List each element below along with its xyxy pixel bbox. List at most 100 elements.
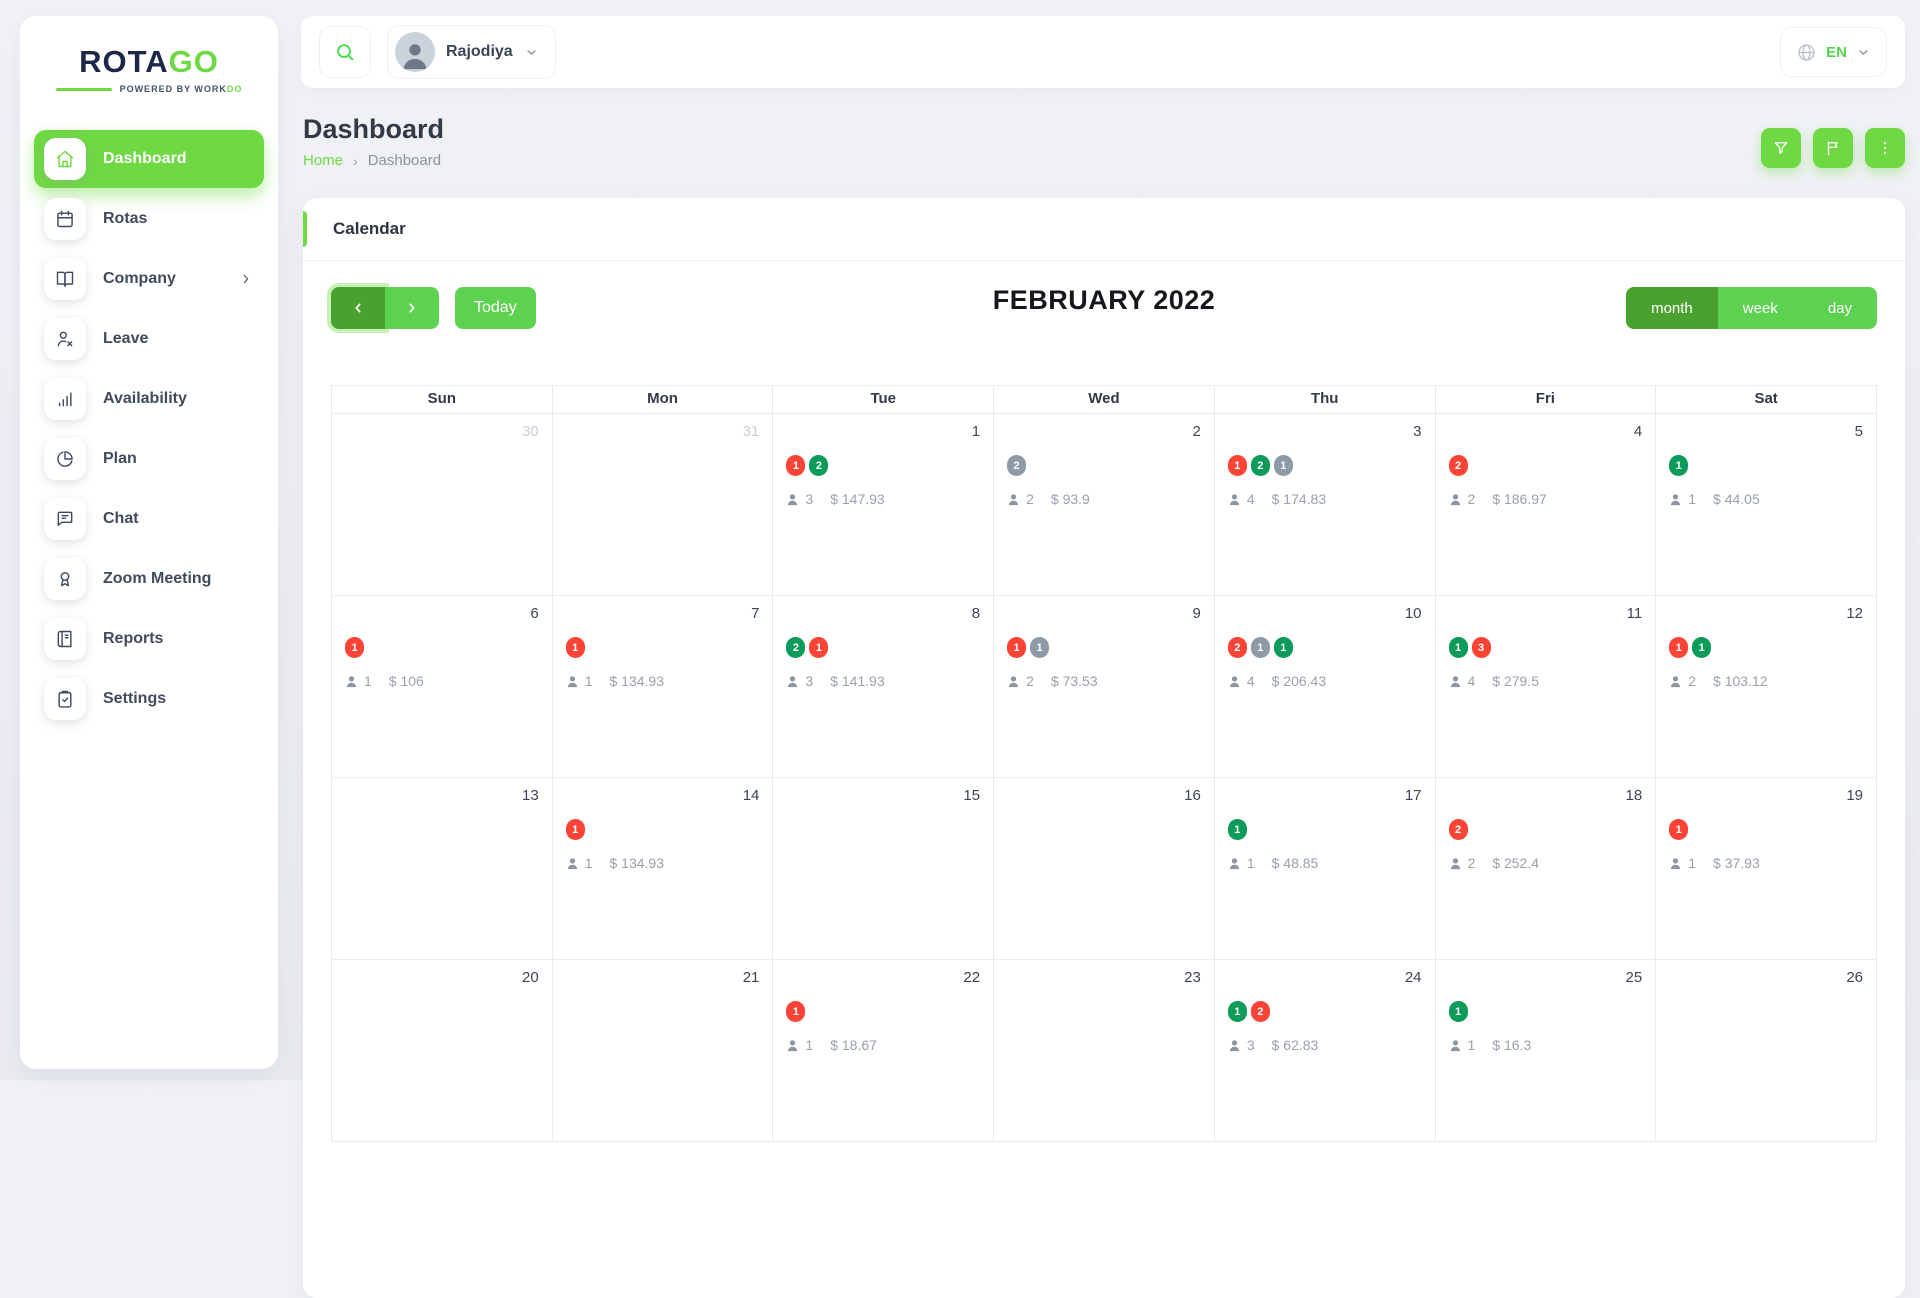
calendar-day-7[interactable]: 711$ 134.93 — [552, 596, 773, 778]
calendar-day-20[interactable]: 20 — [332, 960, 553, 1142]
calendar-day-5[interactable]: 511$ 44.05 — [1656, 414, 1877, 596]
calendar-day-17[interactable]: 1711$ 48.85 — [1214, 778, 1435, 960]
day-summary: 4$ 206.43 — [1227, 673, 1435, 689]
event-badges: 21 — [786, 637, 993, 658]
sidebar-item-label: Chat — [103, 510, 139, 528]
message-icon — [44, 498, 86, 540]
calendar-day-1[interactable]: 1123$ 147.93 — [773, 414, 994, 596]
people-count: 1 — [1688, 491, 1696, 507]
bar-chart-icon — [44, 378, 86, 420]
calendar-day-14[interactable]: 1411$ 134.93 — [552, 778, 773, 960]
event-badge-red[interactable]: 1 — [809, 637, 828, 658]
event-badge-green[interactable]: 1 — [1692, 637, 1711, 658]
event-badge-red[interactable]: 1 — [786, 1001, 805, 1022]
view-month-button[interactable]: month — [1626, 287, 1718, 329]
event-badge-red[interactable]: 2 — [1228, 637, 1247, 658]
event-badge-green[interactable]: 1 — [1449, 637, 1468, 658]
event-badge-gray[interactable]: 2 — [1007, 455, 1026, 476]
calendar-day-16[interactable]: 16 — [994, 778, 1215, 960]
filter-button[interactable] — [1761, 128, 1801, 168]
calendar-day-6[interactable]: 611$ 106 — [332, 596, 553, 778]
calendar-day-13[interactable]: 13 — [332, 778, 553, 960]
event-badge-red[interactable]: 1 — [786, 455, 805, 476]
event-badges: 12 — [786, 455, 993, 476]
calendar-day-4[interactable]: 422$ 186.97 — [1435, 414, 1656, 596]
calendar-day-11[interactable]: 11134$ 279.5 — [1435, 596, 1656, 778]
event-badge-red[interactable]: 2 — [1449, 455, 1468, 476]
sidebar-item-zoom-meeting[interactable]: Zoom Meeting — [34, 550, 264, 608]
event-badge-gray[interactable]: 1 — [1030, 637, 1049, 658]
event-badge-red[interactable]: 1 — [1669, 819, 1688, 840]
event-badge-gray[interactable]: 1 — [1274, 455, 1293, 476]
event-badge-red[interactable]: 1 — [1228, 455, 1247, 476]
book-icon — [44, 618, 86, 660]
event-badge-green[interactable]: 2 — [786, 637, 805, 658]
day-header-sun: Sun — [332, 386, 553, 414]
event-badge-green[interactable]: 2 — [809, 455, 828, 476]
calendar-day-26[interactable]: 26 — [1656, 960, 1877, 1142]
breadcrumb-home-link[interactable]: Home — [303, 152, 343, 169]
event-badge-green[interactable]: 1 — [1669, 455, 1688, 476]
sidebar-item-leave[interactable]: Leave — [34, 310, 264, 368]
day-header-sat: Sat — [1656, 386, 1877, 414]
calendar-day-25[interactable]: 2511$ 16.3 — [1435, 960, 1656, 1142]
calendar-day-24[interactable]: 24123$ 62.83 — [1214, 960, 1435, 1142]
sidebar-item-dashboard[interactable]: Dashboard — [34, 130, 264, 188]
event-badge-red[interactable]: 1 — [345, 637, 364, 658]
event-badge-green[interactable]: 1 — [1228, 1001, 1247, 1022]
today-button[interactable]: Today — [455, 287, 536, 329]
day-amount: $ 103.12 — [1713, 673, 1768, 689]
more-button[interactable] — [1865, 128, 1905, 168]
view-day-button[interactable]: day — [1803, 287, 1877, 329]
event-badge-red[interactable]: 2 — [1251, 1001, 1270, 1022]
sidebar-item-company[interactable]: Company — [34, 250, 264, 308]
event-badge-red[interactable]: 1 — [1007, 637, 1026, 658]
view-week-button[interactable]: week — [1718, 287, 1803, 329]
calendar-day-3[interactable]: 31214$ 174.83 — [1214, 414, 1435, 596]
calendar-day-9[interactable]: 9112$ 73.53 — [994, 596, 1215, 778]
calendar-week-row: 30311123$ 147.93222$ 93.931214$ 174.8342… — [332, 414, 1877, 596]
calendar-day-21[interactable]: 21 — [552, 960, 773, 1142]
prev-month-button[interactable] — [331, 287, 385, 329]
event-badge-green[interactable]: 2 — [1251, 455, 1270, 476]
language-label: EN — [1826, 44, 1847, 61]
sidebar-item-reports[interactable]: Reports — [34, 610, 264, 668]
sidebar-item-settings[interactable]: Settings — [34, 670, 264, 728]
event-badge-green[interactable]: 1 — [1228, 819, 1247, 840]
calendar-day-30[interactable]: 30 — [332, 414, 553, 596]
event-badges: 1 — [1228, 819, 1435, 840]
event-badge-gray[interactable]: 1 — [1251, 637, 1270, 658]
sidebar-item-chat[interactable]: Chat — [34, 490, 264, 548]
calendar-day-12[interactable]: 12112$ 103.12 — [1656, 596, 1877, 778]
sidebar-item-rotas[interactable]: Rotas — [34, 190, 264, 248]
date-number: 11 — [1436, 596, 1656, 622]
event-badge-green[interactable]: 1 — [1449, 1001, 1468, 1022]
calendar-day-18[interactable]: 1822$ 252.4 — [1435, 778, 1656, 960]
sidebar-item-availability[interactable]: Availability — [34, 370, 264, 428]
calendar-day-23[interactable]: 23 — [994, 960, 1215, 1142]
flag-button[interactable] — [1813, 128, 1853, 168]
calendar-day-19[interactable]: 1911$ 37.93 — [1656, 778, 1877, 960]
people-count: 2 — [1468, 855, 1476, 871]
search-button[interactable] — [319, 26, 371, 78]
event-badge-red[interactable]: 1 — [566, 637, 585, 658]
event-badges: 1 — [345, 637, 552, 658]
people-count: 1 — [1688, 855, 1696, 871]
calendar-day-31[interactable]: 31 — [552, 414, 773, 596]
calendar-day-15[interactable]: 15 — [773, 778, 994, 960]
calendar-day-2[interactable]: 222$ 93.9 — [994, 414, 1215, 596]
calendar-day-22[interactable]: 2211$ 18.67 — [773, 960, 994, 1142]
user-menu[interactable]: Rajodiya — [387, 25, 556, 79]
event-badge-red[interactable]: 3 — [1472, 637, 1491, 658]
sidebar-item-plan[interactable]: Plan — [34, 430, 264, 488]
calendar-day-8[interactable]: 8213$ 141.93 — [773, 596, 994, 778]
next-month-button[interactable] — [385, 287, 439, 329]
event-badge-red[interactable]: 1 — [566, 819, 585, 840]
event-badge-green[interactable]: 1 — [1274, 637, 1293, 658]
calendar-day-10[interactable]: 102114$ 206.43 — [1214, 596, 1435, 778]
language-menu[interactable]: EN — [1780, 27, 1887, 77]
sidebar-item-label: Availability — [103, 390, 187, 408]
date-number: 20 — [332, 960, 552, 986]
event-badge-red[interactable]: 2 — [1449, 819, 1468, 840]
event-badge-red[interactable]: 1 — [1669, 637, 1688, 658]
